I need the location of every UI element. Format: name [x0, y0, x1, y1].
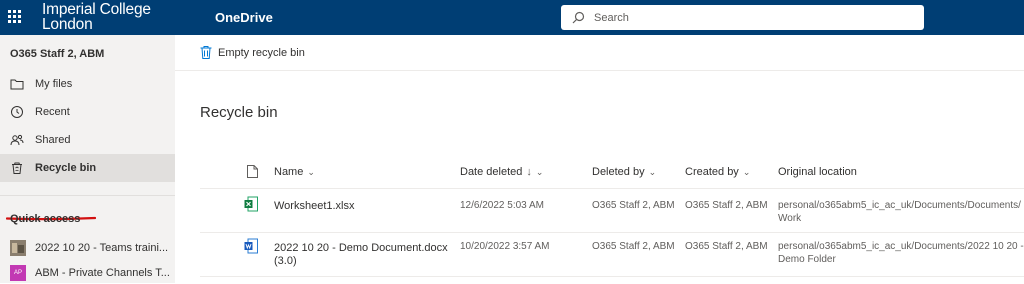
account-name: O365 Staff 2, ABM	[10, 48, 105, 60]
chevron-down-icon: ⌄	[307, 167, 315, 177]
search-input[interactable]	[594, 9, 904, 26]
recycle-bin-icon	[12, 162, 22, 174]
column-header-created-by[interactable]: Created by ⌄	[685, 166, 750, 178]
quick-access-label: ABM - Private Channels T...	[35, 267, 170, 279]
deleted-by: O365 Staff 2, ABM	[592, 241, 675, 252]
left-nav: O365 Staff 2, ABM My files Recent Shared…	[0, 35, 175, 283]
nav-my-files[interactable]: My files	[0, 70, 175, 98]
excel-file-icon	[244, 196, 258, 212]
column-header-deleted-by-label: Deleted by	[592, 166, 645, 178]
site-badge: AP	[10, 265, 26, 281]
table-row[interactable]: 2022 10 20 - Demo Document.docx (3.0) 10…	[200, 233, 1024, 277]
nav-recycle-bin-label: Recycle bin	[35, 162, 97, 174]
column-header-date-deleted-label: Date deleted	[460, 166, 523, 178]
trash-icon	[200, 46, 212, 59]
nav-recycle-bin[interactable]: Recycle bin	[0, 154, 175, 182]
chevron-down-icon: ⌄	[535, 167, 544, 177]
quick-access-item[interactable]: AP ABM - Private Channels T...	[0, 262, 175, 284]
org-logo-line1: Imperial College	[42, 1, 151, 18]
page-title: Recycle bin	[200, 104, 278, 121]
org-logo-line2: London	[42, 16, 93, 33]
column-header-name[interactable]: Name ⌄	[274, 166, 315, 178]
original-location-line2: Work	[778, 213, 802, 224]
original-location-line2: Demo Folder	[778, 254, 836, 265]
list-header: Name ⌄ Date deleted ↓ ⌄ Deleted by ⌄ Created…	[200, 155, 1024, 189]
original-location-line1: personal/o365abm5_ic_ac_uk/Documents/Doc…	[778, 200, 1021, 211]
site-badge-text: AP	[13, 270, 22, 276]
column-header-name-label: Name	[274, 166, 304, 178]
clock-icon	[11, 106, 23, 118]
top-bar: Imperial College London OneDrive	[0, 0, 1024, 35]
created-by: O365 Staff 2, ABM	[685, 241, 768, 252]
site-thumbnail-icon	[10, 240, 26, 256]
nav-recent-label: Recent	[35, 106, 70, 118]
app-name[interactable]: OneDrive	[215, 10, 273, 25]
original-location: personal/o365abm5_ic_ac_uk/Documents/Doc…	[778, 199, 1021, 225]
quick-access-label: 2022 10 20 - Teams traini...	[35, 242, 169, 254]
search-box[interactable]	[561, 5, 924, 30]
column-header-original-location[interactable]: Original location	[778, 166, 857, 178]
command-bar: Empty recycle bin	[175, 35, 1024, 71]
chevron-down-icon: ⌄	[648, 167, 657, 177]
sidebar-divider	[0, 195, 175, 196]
file-name-line1: 2022 10 20 - Demo Document.docx	[274, 242, 448, 254]
org-logo[interactable]: Imperial College London	[42, 1, 151, 33]
chevron-down-icon: ⌄	[742, 167, 751, 177]
original-location-line1: personal/o365abm5_ic_ac_uk/Documents/202…	[778, 241, 1024, 252]
file-name-line2: (3.0)	[274, 255, 297, 267]
folder-icon	[10, 79, 24, 90]
sort-down-arrow-icon: ↓	[526, 166, 532, 178]
quick-access-title: Quick access	[10, 213, 81, 225]
column-header-created-by-label: Created by	[685, 166, 739, 178]
empty-recycle-bin-label: Empty recycle bin	[218, 47, 305, 59]
column-header-date-deleted[interactable]: Date deleted ↓ ⌄	[460, 166, 543, 178]
original-location: personal/o365abm5_ic_ac_uk/Documents/202…	[778, 240, 1024, 266]
nav-my-files-label: My files	[35, 78, 73, 90]
nav-recent[interactable]: Recent	[0, 98, 175, 126]
people-icon	[10, 134, 24, 146]
file-name[interactable]: 2022 10 20 - Demo Document.docx (3.0)	[274, 242, 448, 268]
file-name[interactable]: Worksheet1.xlsx	[274, 200, 355, 212]
quick-access-item[interactable]: 2022 10 20 - Teams traini...	[0, 237, 175, 259]
word-file-icon	[244, 238, 258, 254]
column-header-deleted-by[interactable]: Deleted by ⌄	[592, 166, 656, 178]
app-launcher-icon[interactable]	[8, 10, 22, 24]
search-icon	[572, 11, 585, 24]
created-by: O365 Staff 2, ABM	[685, 200, 768, 211]
file-type-column-icon[interactable]	[247, 165, 258, 178]
nav-shared-label: Shared	[35, 134, 71, 146]
table-row[interactable]: Worksheet1.xlsx 12/6/2022 5:03 AM O365 S…	[200, 189, 1024, 233]
deleted-by: O365 Staff 2, ABM	[592, 200, 675, 211]
nav-shared[interactable]: Shared	[0, 126, 175, 154]
date-deleted: 10/20/2022 3:57 AM	[460, 241, 550, 252]
column-header-original-location-label: Original location	[778, 166, 857, 178]
date-deleted: 12/6/2022 5:03 AM	[460, 200, 544, 211]
